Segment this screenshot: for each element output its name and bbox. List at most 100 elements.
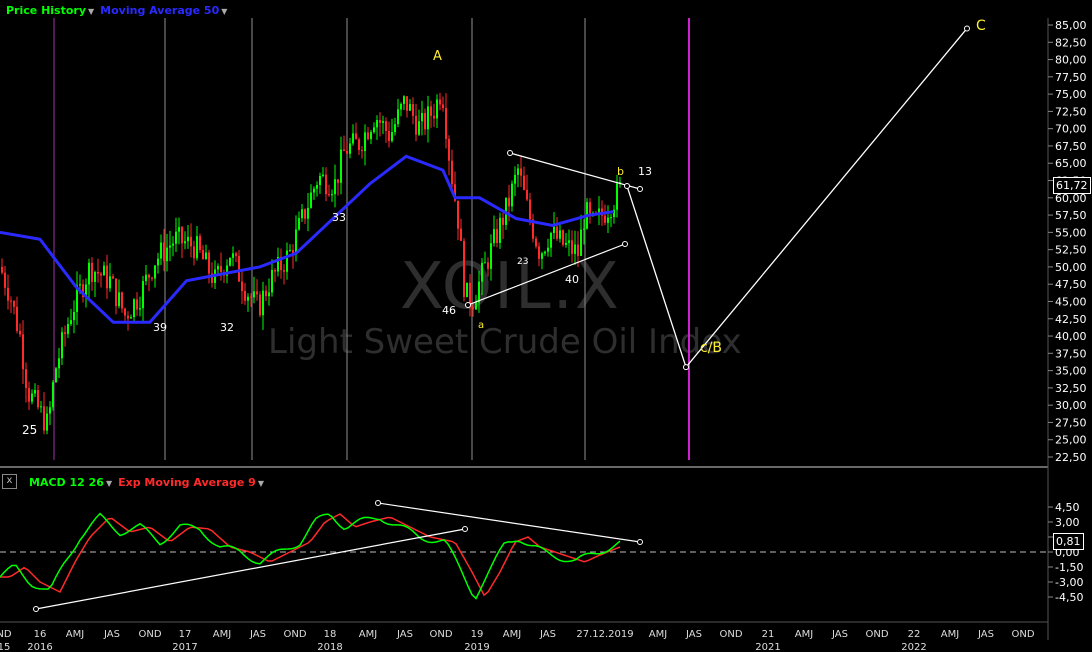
candle-body xyxy=(31,393,33,402)
candle-body xyxy=(40,406,42,408)
candle-body xyxy=(178,227,180,232)
candle-body xyxy=(250,296,252,298)
candle-body xyxy=(103,265,105,276)
candle-body xyxy=(604,215,606,223)
projection-point xyxy=(624,183,630,190)
candle-body xyxy=(565,242,567,245)
candle-body xyxy=(19,330,21,335)
candle-body xyxy=(343,149,345,151)
candle-body xyxy=(301,209,303,219)
candle-body xyxy=(139,308,141,310)
candle-body xyxy=(298,218,300,230)
candle-body xyxy=(550,232,552,248)
wave-label: A xyxy=(433,49,442,64)
candle-body xyxy=(322,174,324,176)
candle-body xyxy=(355,133,357,140)
candle-body xyxy=(217,266,219,270)
candle-body xyxy=(79,284,81,286)
candle-body xyxy=(559,230,561,239)
x-year-label: 2021 xyxy=(755,642,780,652)
legend-exp-ma[interactable]: Exp Moving Average 9 xyxy=(118,476,256,489)
candle-body xyxy=(190,236,192,247)
dropdown-arrow-icon[interactable]: ▼ xyxy=(88,7,94,16)
candle-body xyxy=(121,292,123,309)
y-tick-label: 72,50 xyxy=(1055,105,1087,118)
x-tick-label: 22 xyxy=(908,629,921,640)
legend-top: Price History ▼ Moving Average 50 ▼ xyxy=(6,4,233,17)
wave-label: 32 xyxy=(220,321,234,334)
candle-body xyxy=(313,188,315,193)
candle-body xyxy=(547,247,549,252)
x-tick-label: 16 xyxy=(34,629,47,640)
wave-label: c/B xyxy=(700,340,722,356)
y-tick-label: 50,00 xyxy=(1055,261,1087,274)
candle-body xyxy=(370,132,372,140)
macd-trendline-upper-start xyxy=(375,500,381,506)
projection-path xyxy=(626,28,968,369)
candle-body xyxy=(526,189,528,200)
x-year-label: 2017 xyxy=(172,642,197,652)
y-tick-label: 25,00 xyxy=(1055,434,1087,447)
candle-body xyxy=(208,252,210,274)
candle-body xyxy=(109,276,111,289)
candle-body xyxy=(166,247,168,262)
legend-macd[interactable]: MACD 12 26 xyxy=(29,476,104,489)
trendline-upper-start xyxy=(507,150,513,156)
candle-body xyxy=(163,242,165,262)
legend-price-history[interactable]: Price History xyxy=(6,4,86,17)
candle-body xyxy=(520,168,522,176)
candle-body xyxy=(4,272,6,288)
candle-body xyxy=(46,413,48,431)
candle-body xyxy=(25,369,27,388)
macd-y-tick-label: -4,50 xyxy=(1055,591,1083,604)
x-tick-label: JAS xyxy=(685,629,702,640)
candle-body xyxy=(253,291,255,298)
dropdown-arrow-icon[interactable]: ▼ xyxy=(221,7,227,16)
candle-body xyxy=(286,250,288,272)
macd-y-tick-label: 3,00 xyxy=(1055,516,1080,529)
y-tick-label: 70,00 xyxy=(1055,123,1087,136)
candle-body xyxy=(61,332,63,359)
dropdown-arrow-icon[interactable]: ▼ xyxy=(106,479,112,488)
candle-body xyxy=(610,217,612,219)
candle-body xyxy=(427,106,429,130)
legend-moving-average[interactable]: Moving Average 50 xyxy=(100,4,219,17)
x-year-label: 2022 xyxy=(901,642,926,652)
candle-body xyxy=(433,115,435,119)
candle-body xyxy=(115,278,117,307)
candle-body xyxy=(160,242,162,259)
candle-body xyxy=(556,226,558,239)
y-tick-label: 65,00 xyxy=(1055,157,1087,170)
wave-label: 23 xyxy=(517,257,528,267)
candle-body xyxy=(259,294,261,316)
candle-body xyxy=(382,121,384,123)
candle-body xyxy=(616,183,618,210)
y-tick-label: 85,00 xyxy=(1055,19,1087,32)
y-tick-label: 37,50 xyxy=(1055,347,1087,360)
candle-body xyxy=(490,243,492,269)
candle-body xyxy=(10,300,12,302)
candle-body xyxy=(514,174,516,184)
candle-body xyxy=(571,240,573,254)
candle-body xyxy=(307,207,309,219)
candle-body xyxy=(196,236,198,259)
candle-body xyxy=(52,382,54,408)
candle-body xyxy=(184,241,186,244)
dropdown-arrow-icon[interactable]: ▼ xyxy=(258,479,264,488)
candle-body xyxy=(136,299,138,310)
candle-body xyxy=(34,390,36,394)
close-icon[interactable]: x xyxy=(2,474,17,489)
candle-body xyxy=(100,273,102,276)
y-tick-label: 22,50 xyxy=(1055,451,1087,464)
candle-body xyxy=(538,246,540,259)
candle-body xyxy=(328,194,330,196)
candle-body xyxy=(241,281,243,292)
candle-body xyxy=(388,131,390,141)
x-tick-label: JAS xyxy=(977,629,994,640)
trendline-lower-start xyxy=(465,302,471,308)
candle-body xyxy=(169,245,171,248)
candle-body xyxy=(493,229,495,244)
y-tick-label: 30,00 xyxy=(1055,399,1087,412)
x-tick-label: OND xyxy=(138,629,161,640)
candle-body xyxy=(409,104,411,111)
